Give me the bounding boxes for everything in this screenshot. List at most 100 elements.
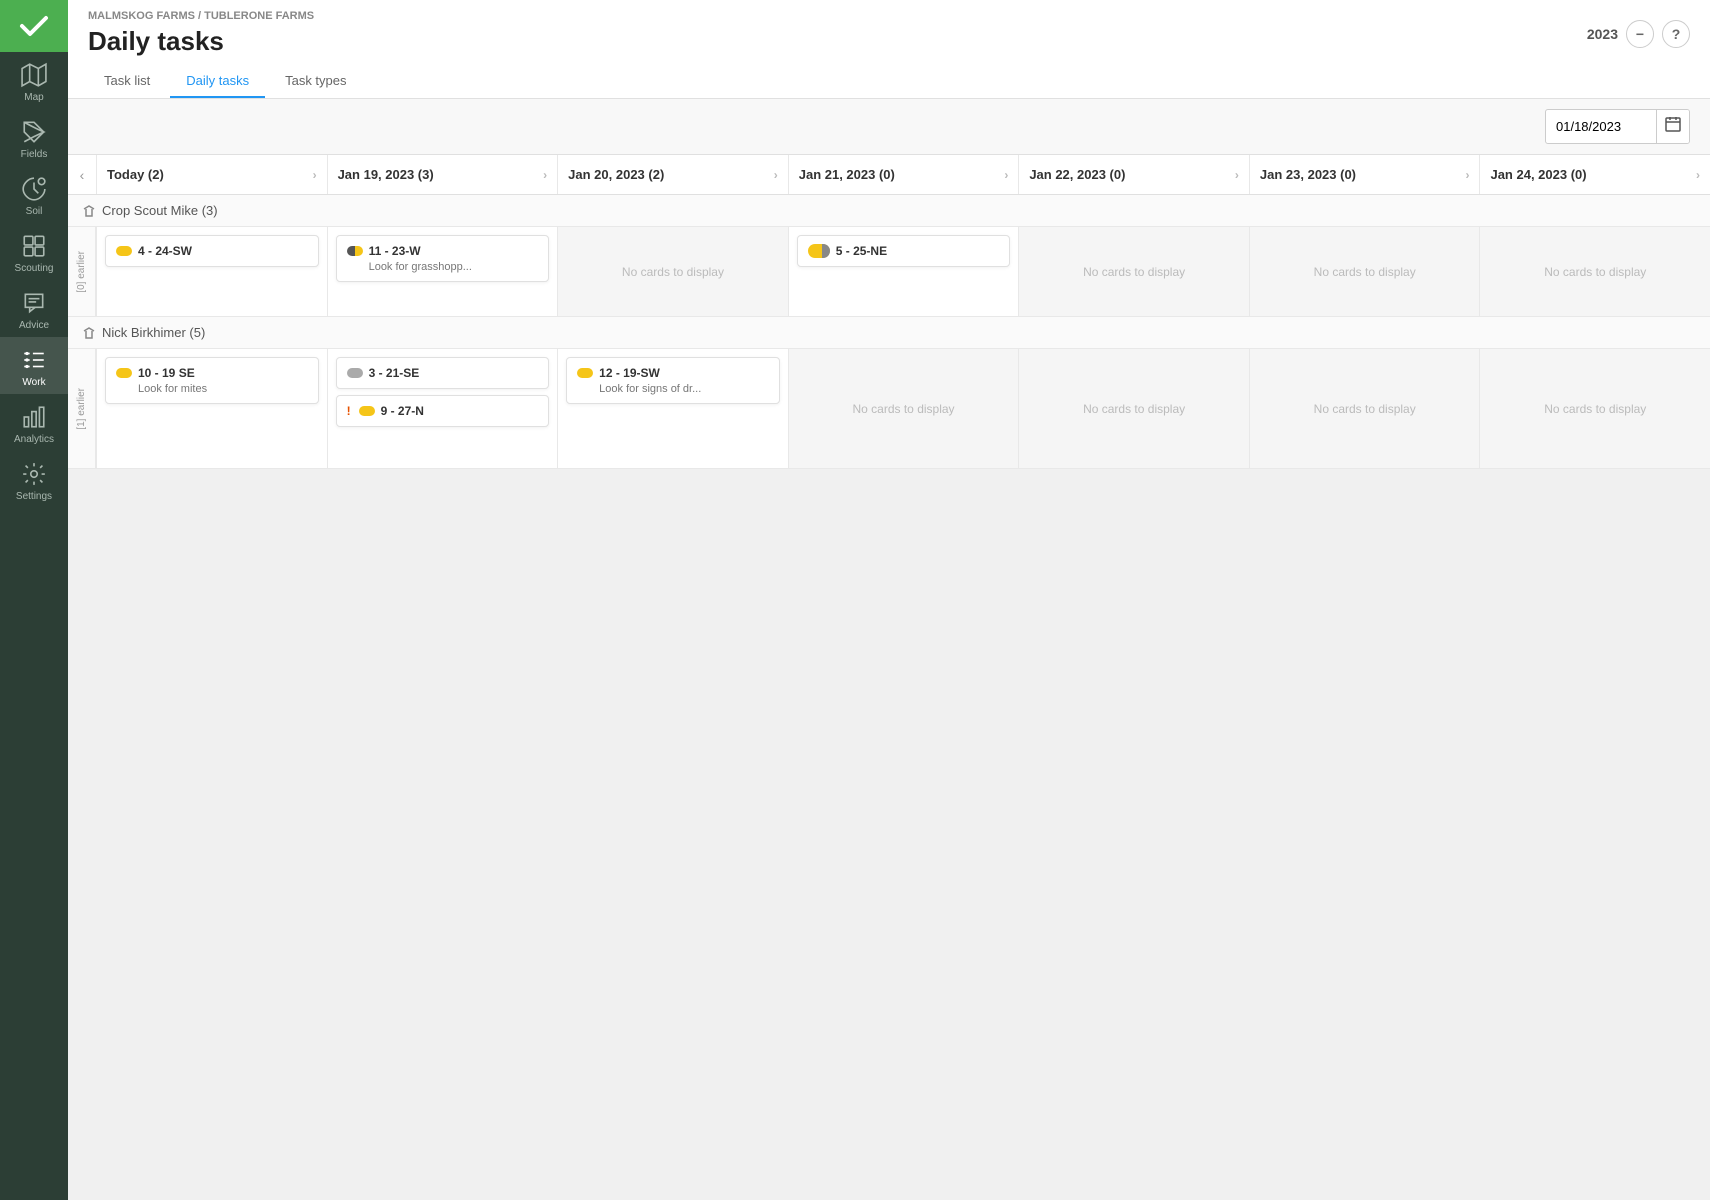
sidebar-item-map[interactable]: Map	[0, 52, 68, 109]
cell-nick-birkhimer-jan23: No cards to display	[1249, 349, 1480, 468]
breadcrumb: MALMSKOG FARMS / TUBLERONE FARMS	[88, 10, 314, 22]
task-label: 3 - 21-SE	[369, 366, 420, 380]
col-header-jan19: Jan 19, 2023 (3) ›	[327, 155, 558, 194]
tab-daily-tasks[interactable]: Daily tasks	[170, 65, 265, 98]
task-card-9-27-n[interactable]: ! 9 - 27-N	[336, 395, 550, 427]
sidebar-item-advice[interactable]: Advice	[0, 280, 68, 337]
col-jan23-label: Jan 23, 2023 (0)	[1260, 167, 1356, 182]
prev-col-button[interactable]: ‹	[68, 155, 96, 194]
date-filter-bar	[68, 99, 1710, 155]
task-card-top: 12 - 19-SW	[577, 366, 769, 380]
person-row-nick-birkhimer: [1] earlier 10 - 19 SE Look for mites	[68, 349, 1710, 469]
col-today-nav[interactable]: ›	[313, 168, 317, 182]
sidebar: Map Fields Soil Scouting	[0, 0, 68, 1200]
task-card-12-19-sw[interactable]: 12 - 19-SW Look for signs of dr...	[566, 357, 780, 404]
col-jan21-label: Jan 21, 2023 (0)	[799, 167, 895, 182]
no-cards-label: No cards to display	[1544, 265, 1646, 279]
person-name-crop-scout-mike: Crop Scout Mike (3)	[102, 203, 218, 218]
col-header-today: Today (2) ›	[96, 155, 327, 194]
task-label: 11 - 23-W	[369, 244, 421, 258]
task-card-10-19-se[interactable]: 10 - 19 SE Look for mites	[105, 357, 319, 404]
calendar-button[interactable]	[1656, 110, 1689, 143]
content-area: ‹ Today (2) › Jan 19, 2023 (3) › Jan 20,…	[68, 99, 1710, 1200]
cell-nick-birkhimer-jan19: 3 - 21-SE ! 9 - 27-N	[327, 349, 558, 468]
col-header-jan20: Jan 20, 2023 (2) ›	[557, 155, 788, 194]
person-section-crop-scout-mike: Crop Scout Mike (3) [0] earlier 4 - 24-S…	[68, 195, 1710, 317]
task-card-top: 11 - 23-W	[347, 244, 539, 258]
tab-task-types[interactable]: Task types	[269, 65, 362, 98]
earlier-label-crop-scout-mike: [0] earlier	[68, 227, 96, 316]
no-cards-label: No cards to display	[1544, 402, 1646, 416]
task-card-4-24-sw[interactable]: 4 - 24-SW	[105, 235, 319, 267]
sidebar-item-soil[interactable]: Soil	[0, 166, 68, 223]
header: MALMSKOG FARMS / TUBLERONE FARMS Daily t…	[68, 0, 1710, 99]
task-warning: !	[347, 404, 351, 418]
cell-crop-scout-mike-jan23: No cards to display	[1249, 227, 1480, 316]
task-label: 12 - 19-SW	[599, 366, 660, 380]
person-row-crop-scout-mike: [0] earlier 4 - 24-SW	[68, 227, 1710, 317]
earlier-label-nick-birkhimer: [1] earlier	[68, 349, 96, 468]
task-dot-yellow-half	[808, 244, 830, 258]
main-content: MALMSKOG FARMS / TUBLERONE FARMS Daily t…	[68, 0, 1710, 1200]
tab-task-list[interactable]: Task list	[88, 65, 166, 98]
cell-nick-birkhimer-today: 10 - 19 SE Look for mites	[96, 349, 327, 468]
task-card-top: 5 - 25-NE	[808, 244, 1000, 258]
cell-crop-scout-mike-jan20: No cards to display	[557, 227, 788, 316]
help-button[interactable]: ?	[1662, 20, 1690, 48]
col-today-label: Today (2)	[107, 167, 164, 182]
year-label: 2023	[1587, 26, 1618, 42]
col-jan20-label: Jan 20, 2023 (2)	[568, 167, 664, 182]
no-cards-label: No cards to display	[622, 265, 724, 279]
task-card-11-23-w[interactable]: 11 - 23-W Look for grasshopp...	[336, 235, 550, 282]
cell-nick-birkhimer-jan20: 12 - 19-SW Look for signs of dr...	[557, 349, 788, 468]
header-actions: 2023 − ?	[1587, 20, 1690, 48]
sidebar-item-work[interactable]: Work	[0, 337, 68, 394]
app-logo[interactable]	[0, 0, 68, 52]
col-jan22-nav[interactable]: ›	[1235, 168, 1239, 182]
cell-crop-scout-mike-today: 4 - 24-SW	[96, 227, 327, 316]
col-jan21-nav[interactable]: ›	[1004, 168, 1008, 182]
task-card-top: ! 9 - 27-N	[347, 404, 539, 418]
cell-crop-scout-mike-jan19: 11 - 23-W Look for grasshopp...	[327, 227, 558, 316]
no-cards-label: No cards to display	[853, 402, 955, 416]
col-jan20-nav[interactable]: ›	[774, 168, 778, 182]
col-jan22-label: Jan 22, 2023 (0)	[1029, 167, 1125, 182]
sidebar-item-settings[interactable]: Settings	[0, 451, 68, 508]
task-sub: Look for signs of dr...	[577, 383, 769, 395]
task-card-3-21-se[interactable]: 3 - 21-SE	[336, 357, 550, 389]
col-jan23-nav[interactable]: ›	[1465, 168, 1469, 182]
sidebar-item-scouting[interactable]: Scouting	[0, 223, 68, 280]
page-title: Daily tasks	[88, 26, 314, 57]
sidebar-item-fields[interactable]: Fields	[0, 109, 68, 166]
person-name-nick-birkhimer: Nick Birkhimer (5)	[102, 325, 205, 340]
task-sub: Look for mites	[116, 383, 308, 395]
no-cards-label: No cards to display	[1314, 265, 1416, 279]
col-header-jan24: Jan 24, 2023 (0) ›	[1479, 155, 1710, 194]
col-header-jan22: Jan 22, 2023 (0) ›	[1018, 155, 1249, 194]
task-label: 5 - 25-NE	[836, 244, 887, 258]
col-jan19-nav[interactable]: ›	[543, 168, 547, 182]
cell-nick-birkhimer-jan24: No cards to display	[1479, 349, 1710, 468]
minus-button[interactable]: −	[1626, 20, 1654, 48]
task-card-5-25-ne[interactable]: 5 - 25-NE	[797, 235, 1011, 267]
cell-nick-birkhimer-jan21: No cards to display	[788, 349, 1019, 468]
person-header-nick-birkhimer: Nick Birkhimer (5)	[68, 317, 1710, 349]
date-input-container	[1545, 109, 1690, 144]
no-cards-label: No cards to display	[1083, 402, 1185, 416]
cell-crop-scout-mike-jan22: No cards to display	[1018, 227, 1249, 316]
col-jan24-nav[interactable]: ›	[1696, 168, 1700, 182]
task-dot-yellow	[577, 368, 593, 378]
task-card-top: 4 - 24-SW	[116, 244, 308, 258]
task-label: 10 - 19 SE	[138, 366, 195, 380]
task-card-top: 3 - 21-SE	[347, 366, 539, 380]
task-dot-partial	[347, 246, 363, 256]
sidebar-item-analytics[interactable]: Analytics	[0, 394, 68, 451]
person-header-crop-scout-mike: Crop Scout Mike (3)	[68, 195, 1710, 227]
task-dot-yellow	[359, 406, 375, 416]
col-header-jan23: Jan 23, 2023 (0) ›	[1249, 155, 1480, 194]
calendar-grid: ‹ Today (2) › Jan 19, 2023 (3) › Jan 20,…	[68, 155, 1710, 469]
task-dot-gray	[347, 368, 363, 378]
date-input[interactable]	[1546, 113, 1656, 140]
column-headers: ‹ Today (2) › Jan 19, 2023 (3) › Jan 20,…	[68, 155, 1710, 195]
col-jan24-label: Jan 24, 2023 (0)	[1490, 167, 1586, 182]
